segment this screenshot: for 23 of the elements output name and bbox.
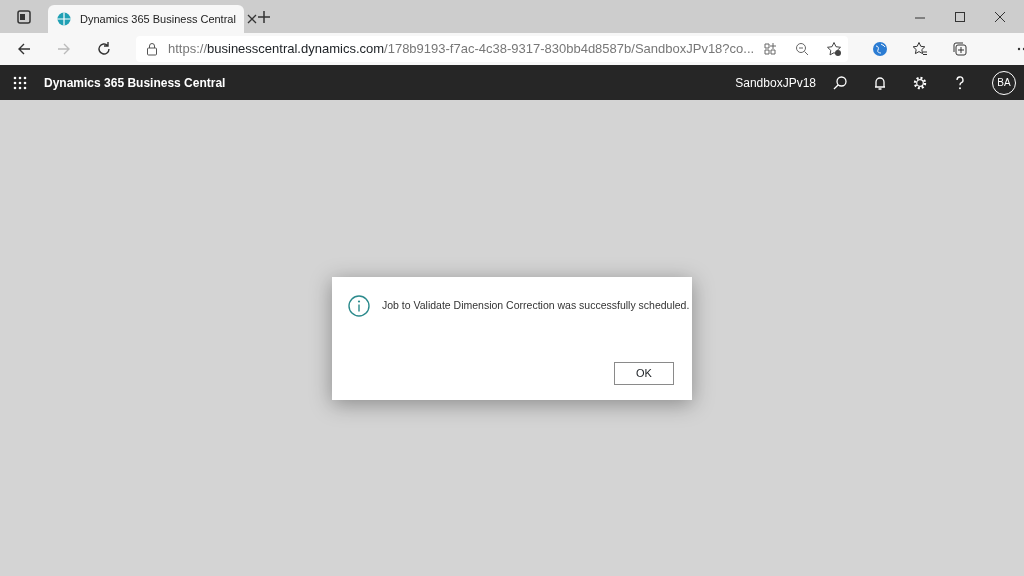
new-tab-icon[interactable] [256,9,272,25]
maximize-icon[interactable] [952,9,968,25]
favorites-icon[interactable] [912,41,928,57]
apps-icon[interactable] [762,41,779,57]
search-icon[interactable] [832,74,848,91]
app-title: Dynamics 365 Business Central [44,74,226,92]
app-launcher-icon[interactable] [12,74,28,91]
refresh-icon[interactable] [96,41,112,57]
ok-button[interactable]: OK [614,362,674,385]
collections-icon[interactable] [952,41,968,57]
bell-icon[interactable] [872,74,888,91]
add-favorite-icon[interactable] [826,41,843,57]
dialog-message: Job to Validate Dimension Correction was successfully scheduled. [382,298,690,314]
zoom-out-icon[interactable] [794,41,811,57]
settings-icon[interactable] [912,74,928,91]
lock-icon [144,41,160,57]
back-icon[interactable] [16,41,32,57]
globe-icon[interactable] [872,41,888,57]
close-icon[interactable] [992,9,1008,25]
company-name[interactable]: SandboxJPv18 [735,73,816,92]
tab-actions-icon[interactable] [16,9,32,25]
app-logo-icon [56,11,72,27]
info-icon [348,295,370,317]
